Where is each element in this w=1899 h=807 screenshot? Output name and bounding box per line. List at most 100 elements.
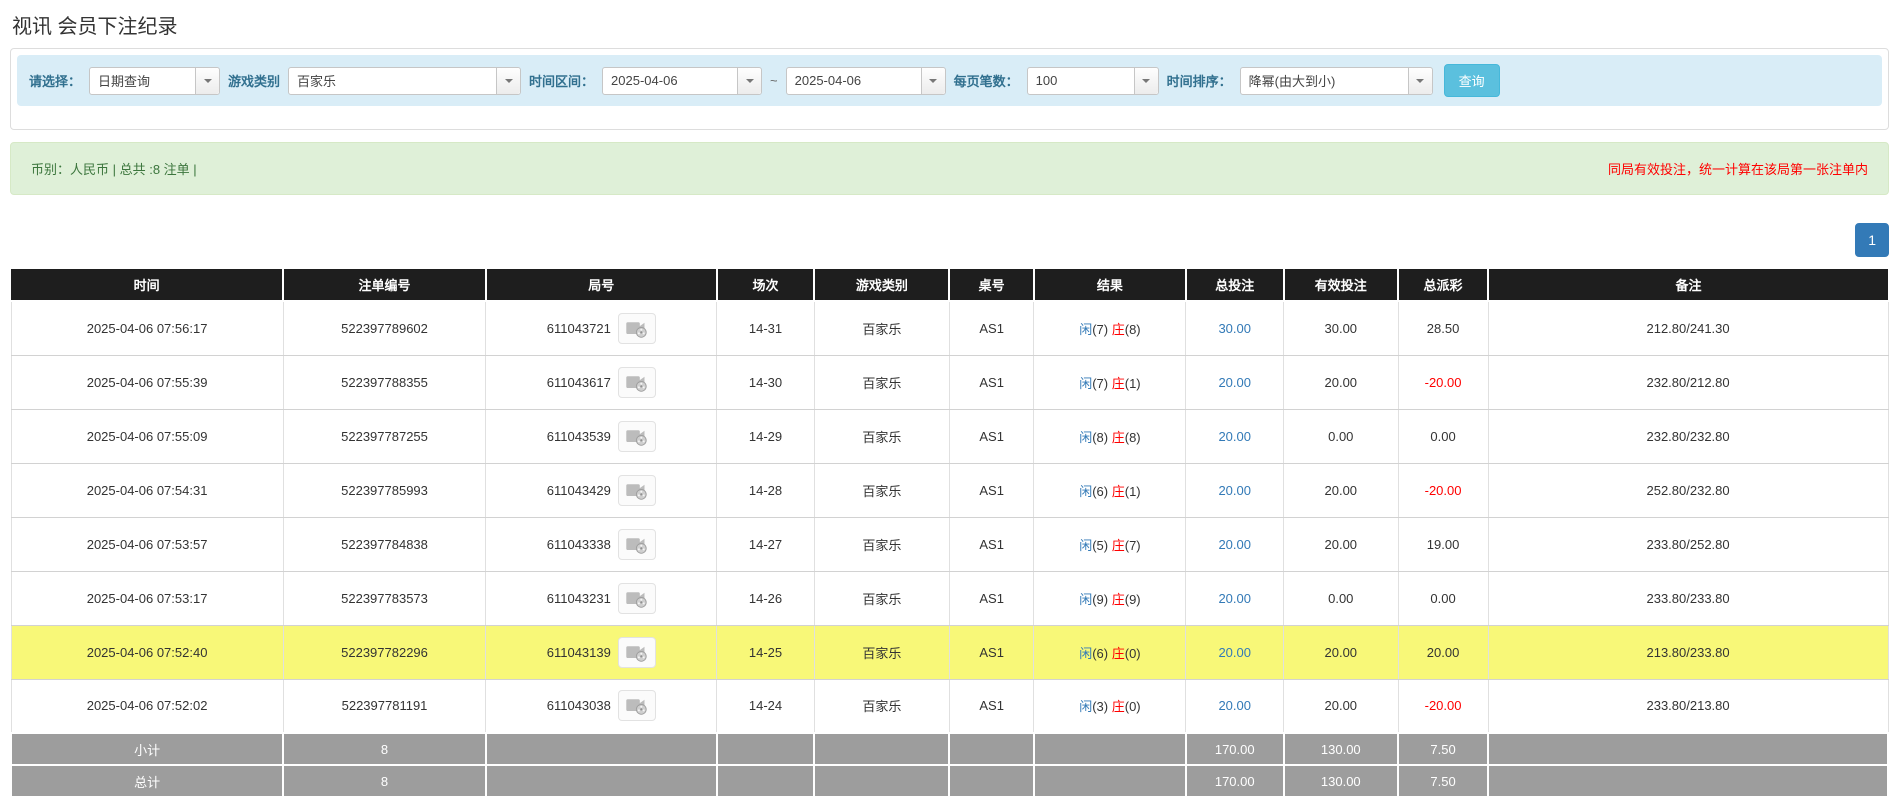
cell-time: 2025-04-06 07:55:39 bbox=[10, 354, 284, 410]
total-bet-link[interactable]: 20.00 bbox=[1218, 645, 1251, 660]
video-replay-icon bbox=[626, 483, 647, 500]
cell-time: 2025-04-06 07:53:57 bbox=[10, 516, 284, 572]
footer-session bbox=[715, 764, 816, 799]
video-replay-button[interactable] bbox=[617, 312, 656, 344]
round-inner: 611043429 bbox=[492, 474, 710, 506]
column-header-7: 总投注 bbox=[1185, 269, 1285, 303]
cell-time: 2025-04-06 07:56:17 bbox=[10, 300, 284, 356]
cell-payout: -20.00 bbox=[1397, 462, 1489, 518]
cell-payout: 19.00 bbox=[1397, 516, 1489, 572]
chevron-down-icon[interactable] bbox=[737, 67, 762, 94]
result-player: 闲 bbox=[1079, 591, 1093, 607]
video-replay-button[interactable] bbox=[617, 366, 656, 398]
cell-remark: 233.80/252.80 bbox=[1487, 516, 1889, 572]
chevron-down-icon[interactable] bbox=[1133, 67, 1158, 94]
cell-game: 百家乐 bbox=[813, 624, 950, 680]
cell-bet-id: 522397782296 bbox=[282, 624, 487, 680]
total-bet-link[interactable]: 20.00 bbox=[1218, 591, 1251, 606]
time-sort-label: 时间排序： bbox=[1166, 74, 1232, 89]
column-header-1: 注单编号 bbox=[283, 269, 487, 303]
footer-total-bet: 170.00 bbox=[1184, 764, 1285, 799]
cell-session: 14-29 bbox=[716, 408, 815, 464]
cell-payout: -20.00 bbox=[1397, 678, 1489, 734]
column-header-8: 有效投注 bbox=[1283, 269, 1400, 303]
footer-game bbox=[813, 732, 951, 767]
date-from-value: 2025-04-06 bbox=[611, 73, 678, 88]
round-id-text: 611043617 bbox=[546, 374, 611, 390]
chevron-down-icon[interactable] bbox=[1407, 67, 1432, 94]
result-player: 闲 bbox=[1079, 321, 1093, 337]
page-1-button[interactable]: 1 bbox=[1855, 223, 1889, 258]
result-banker-score: (1) bbox=[1124, 375, 1141, 391]
total-bet-link[interactable]: 20.00 bbox=[1218, 698, 1251, 713]
cell-table-no: AS1 bbox=[948, 516, 1035, 572]
table-row: 2025-04-06 07:56:17 522397789602 611043721… bbox=[10, 300, 1889, 356]
cell-remark: 252.80/232.80 bbox=[1487, 462, 1889, 518]
cell-session: 14-30 bbox=[716, 354, 815, 410]
video-replay-button[interactable] bbox=[617, 474, 656, 506]
result-banker: 庄 bbox=[1111, 699, 1125, 715]
cell-payout: 28.50 bbox=[1397, 300, 1489, 356]
chevron-down-icon[interactable] bbox=[920, 67, 945, 94]
cell-payout: 0.00 bbox=[1397, 408, 1489, 464]
video-replay-button[interactable] bbox=[617, 690, 656, 722]
cell-session: 14-24 bbox=[716, 678, 815, 734]
cell-remark: 213.80/233.80 bbox=[1487, 624, 1889, 680]
page-size-label: 每页笔数： bbox=[953, 74, 1019, 89]
video-replay-button[interactable] bbox=[617, 636, 656, 668]
total-bet-link[interactable]: 20.00 bbox=[1218, 483, 1251, 498]
video-replay-icon bbox=[626, 645, 647, 662]
video-replay-button[interactable] bbox=[617, 420, 656, 452]
cell-valid-bet: 0.00 bbox=[1283, 570, 1399, 626]
result-banker: 庄 bbox=[1111, 645, 1125, 661]
cell-game: 百家乐 bbox=[813, 354, 950, 410]
date-to-select[interactable]: 2025-04-06 bbox=[785, 66, 946, 95]
result-banker-score: (0) bbox=[1124, 645, 1141, 661]
total-bet-link[interactable]: 20.00 bbox=[1218, 537, 1251, 552]
cell-bet-id: 522397785993 bbox=[282, 462, 487, 518]
total-bet-link[interactable]: 20.00 bbox=[1218, 375, 1251, 390]
result-player-score: (8) bbox=[1092, 429, 1112, 445]
cell-round: 611043139 bbox=[485, 624, 718, 680]
chevron-down-icon[interactable] bbox=[496, 67, 521, 94]
round-inner: 611043338 bbox=[492, 528, 710, 560]
game-category-select[interactable]: 百家乐 bbox=[288, 66, 522, 95]
table-row: 2025-04-06 07:55:39 522397788355 611043617… bbox=[10, 354, 1889, 410]
cell-round: 611043617 bbox=[485, 354, 718, 410]
cell-game: 百家乐 bbox=[813, 570, 950, 626]
time-sort-select[interactable]: 降幂(由大到小) bbox=[1239, 66, 1433, 95]
column-header-3: 场次 bbox=[716, 269, 816, 303]
video-replay-icon bbox=[626, 537, 647, 554]
round-inner: 611043139 bbox=[492, 636, 710, 668]
result-player: 闲 bbox=[1079, 375, 1093, 391]
cell-total-bet: 20.00 bbox=[1185, 624, 1285, 680]
table-row: 2025-04-06 07:52:40 522397782296 611043139… bbox=[10, 624, 1889, 680]
total-bet-link[interactable]: 20.00 bbox=[1218, 429, 1251, 444]
page-title: 视讯 会员下注纪录 bbox=[12, 16, 178, 38]
round-id-text: 611043139 bbox=[546, 644, 611, 660]
query-button[interactable]: 查询 bbox=[1443, 64, 1500, 97]
page-size-select[interactable]: 100 bbox=[1026, 66, 1159, 95]
footer-result bbox=[1032, 732, 1187, 767]
chevron-down-icon[interactable] bbox=[195, 67, 220, 94]
query-type-select[interactable]: 日期查询 bbox=[89, 66, 221, 95]
result-player-score: (5) bbox=[1092, 537, 1112, 553]
result-player: 闲 bbox=[1079, 699, 1093, 715]
video-replay-button[interactable] bbox=[617, 582, 656, 614]
footer-table-no bbox=[948, 764, 1035, 799]
date-from-select[interactable]: 2025-04-06 bbox=[602, 66, 763, 95]
cell-game: 百家乐 bbox=[813, 678, 950, 734]
footer-total-bet: 170.00 bbox=[1184, 732, 1285, 767]
range-tilde: ~ bbox=[770, 73, 778, 88]
round-id-text: 611043429 bbox=[546, 482, 611, 498]
currency-total-text: 币别：人民币 | 总共 :8 注单 | bbox=[31, 162, 197, 177]
cell-table-no: AS1 bbox=[948, 408, 1035, 464]
result-banker: 庄 bbox=[1111, 375, 1125, 391]
cell-session: 14-26 bbox=[716, 570, 815, 626]
result-banker-score: (9) bbox=[1124, 591, 1141, 607]
cell-result: 闲(8) 庄(8) bbox=[1033, 408, 1187, 464]
cell-round: 611043338 bbox=[485, 516, 718, 572]
video-replay-button[interactable] bbox=[617, 528, 656, 560]
total-bet-link[interactable]: 30.00 bbox=[1218, 321, 1251, 336]
cell-total-bet: 20.00 bbox=[1185, 354, 1285, 410]
